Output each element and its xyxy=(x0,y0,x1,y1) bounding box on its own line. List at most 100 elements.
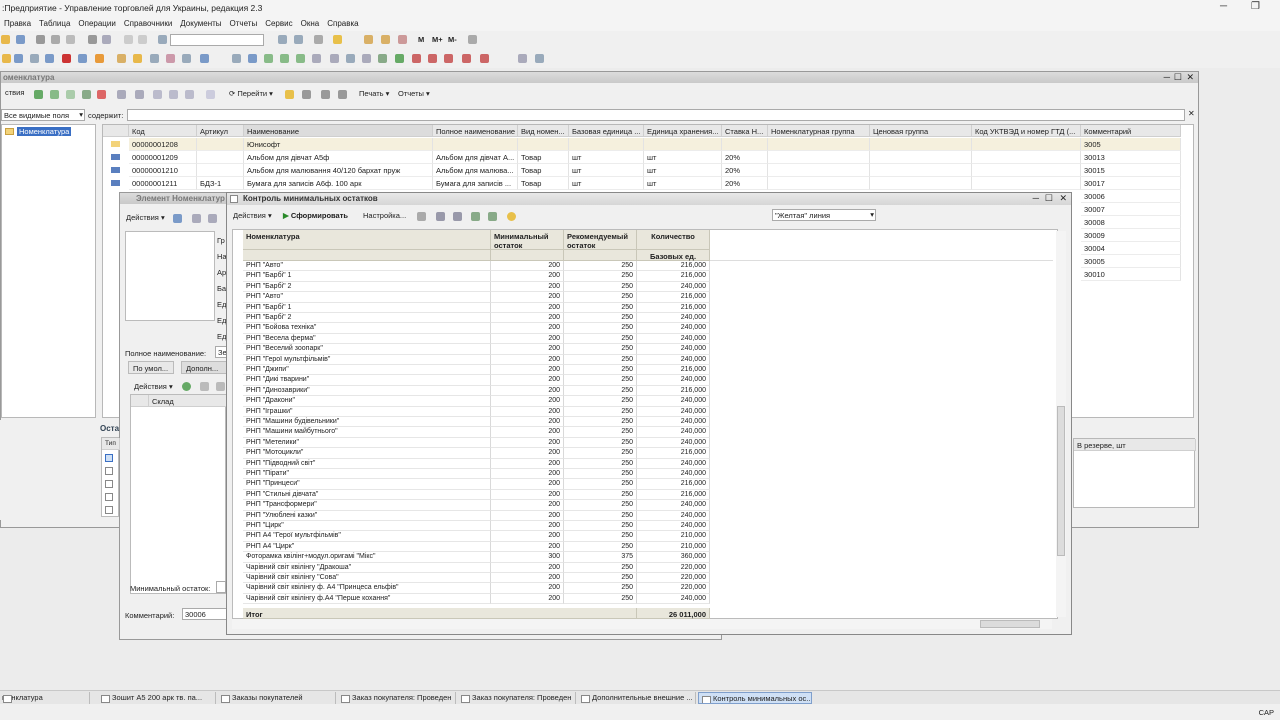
row-nomenclature[interactable]: РНП "Трансформери" xyxy=(243,500,491,511)
product-group-select[interactable]: "Желтая" линия ▾ xyxy=(772,209,876,221)
help-icon[interactable] xyxy=(507,212,516,221)
row-quantity[interactable]: 240,000 xyxy=(637,281,710,293)
row-recommended[interactable]: 250 xyxy=(564,323,637,334)
tree-icon[interactable] xyxy=(117,90,126,99)
table-cell[interactable]: Альбом для малюва... xyxy=(433,164,518,177)
checkbox[interactable] xyxy=(105,467,113,475)
document-shortcut-icon[interactable] xyxy=(78,54,87,63)
clear-search-icon[interactable]: ✕ xyxy=(1188,109,1195,118)
row-quantity[interactable]: 210,000 xyxy=(637,531,710,542)
document-shortcut-icon[interactable] xyxy=(14,54,23,63)
columns-icon[interactable] xyxy=(321,90,330,99)
table-cell[interactable]: 30007 xyxy=(1081,203,1181,216)
generate-button[interactable]: ▶ Сформировать xyxy=(279,210,352,221)
row-quantity[interactable]: 240,000 xyxy=(637,313,710,324)
redo-icon[interactable] xyxy=(138,35,147,44)
row-min-stock[interactable]: 200 xyxy=(491,541,564,553)
row-recommended[interactable]: 250 xyxy=(564,583,637,594)
row-quantity[interactable]: 216,000 xyxy=(637,365,710,376)
row-min-stock[interactable]: 200 xyxy=(491,583,564,594)
row-nomenclature[interactable]: РНП "Авто" xyxy=(243,261,491,272)
row-min-stock[interactable]: 200 xyxy=(491,593,564,605)
search-combo[interactable] xyxy=(170,34,264,46)
row-nomenclature[interactable]: РНП "Дракони" xyxy=(243,396,491,407)
row-quantity[interactable]: 360,000 xyxy=(637,552,710,563)
edit-icon[interactable] xyxy=(82,90,91,99)
find-next-icon[interactable] xyxy=(278,35,287,44)
row-recommended[interactable]: 250 xyxy=(564,344,637,355)
report-actions-menu[interactable]: Действия ▾ xyxy=(229,210,276,221)
taskbar-window-tab[interactable]: менклатура xyxy=(0,692,90,704)
document-shortcut-icon[interactable] xyxy=(30,54,39,63)
menu-item[interactable]: Операции xyxy=(74,16,119,28)
document-shortcut-icon[interactable] xyxy=(117,54,126,63)
document-shortcut-icon[interactable] xyxy=(2,54,11,63)
hscroll-thumb[interactable] xyxy=(980,620,1040,628)
row-quantity[interactable]: 220,000 xyxy=(637,562,710,573)
column-header[interactable]: Ценовая группа xyxy=(870,125,972,137)
row-recommended[interactable]: 250 xyxy=(564,375,637,386)
tab-additional[interactable]: Дополн... xyxy=(181,361,227,374)
memory-minus-button[interactable]: M- xyxy=(444,34,461,45)
column-header[interactable]: Ставка Н... xyxy=(722,125,768,137)
row-recommended[interactable]: 250 xyxy=(564,313,637,324)
row-min-stock[interactable]: 200 xyxy=(491,261,564,272)
table-cell[interactable]: 30015 xyxy=(1081,164,1181,177)
checkbox[interactable] xyxy=(105,506,113,514)
row-recommended[interactable]: 250 xyxy=(564,396,637,407)
row-nomenclature[interactable]: РНП "Улюблені казки" xyxy=(243,510,491,521)
structure-icon[interactable] xyxy=(208,214,217,223)
taskbar-window-tab[interactable]: Контроль минимальных ос... xyxy=(698,692,812,704)
preview-icon[interactable] xyxy=(102,35,111,44)
row-nomenclature[interactable]: РНП "Цирк" xyxy=(243,521,491,532)
row-quantity[interactable]: 216,000 xyxy=(637,448,710,459)
row-recommended[interactable]: 250 xyxy=(564,281,637,293)
document-shortcut-icon[interactable] xyxy=(182,54,191,63)
table-cell[interactable]: 30004 xyxy=(1081,242,1181,255)
print-icon[interactable] xyxy=(88,35,97,44)
row-quantity[interactable]: 240,000 xyxy=(637,417,710,428)
document-shortcut-icon[interactable] xyxy=(362,54,371,63)
maximize-icon[interactable]: ☐ xyxy=(1174,72,1182,83)
row-nomenclature[interactable]: РНП "Авто" xyxy=(243,292,491,303)
menu-item[interactable]: Справка xyxy=(323,16,362,28)
table-cell[interactable]: Альбом для дівчат А5ф xyxy=(244,151,433,164)
table-cell[interactable] xyxy=(722,138,768,151)
taskbar-window-tab[interactable]: Заказ покупателя: Проведен xyxy=(338,692,456,704)
row-quantity[interactable]: 240,000 xyxy=(637,458,710,469)
table-cell[interactable]: Альбом для дівчат А... xyxy=(433,151,518,164)
row-recommended[interactable]: 250 xyxy=(564,271,637,282)
checkbox[interactable] xyxy=(105,454,113,462)
find-prev-icon[interactable] xyxy=(294,35,303,44)
refresh-icon[interactable] xyxy=(192,214,201,223)
document-shortcut-icon[interactable] xyxy=(280,54,289,63)
row-quantity[interactable]: 216,000 xyxy=(637,489,710,501)
table-cell[interactable] xyxy=(768,164,870,177)
row-min-stock[interactable]: 200 xyxy=(491,417,564,428)
column-header[interactable]: Код УКТВЭД и номер ГТД (... xyxy=(972,125,1081,137)
document-shortcut-icon[interactable] xyxy=(535,54,544,63)
row-quantity[interactable]: 216,000 xyxy=(637,292,710,303)
table-cell[interactable] xyxy=(569,138,644,151)
table-cell[interactable]: Альбом для малювання 40/120 бархат пруж xyxy=(244,164,433,177)
row-quantity[interactable]: 240,000 xyxy=(637,333,710,345)
menu-item[interactable]: Таблица xyxy=(35,16,74,28)
info-icon[interactable] xyxy=(333,35,342,44)
table-cell[interactable]: шт xyxy=(644,164,722,177)
row-nomenclature[interactable]: РНП "Принцеси" xyxy=(243,479,491,490)
column-header[interactable]: Код xyxy=(129,125,197,137)
table-cell[interactable]: 20% xyxy=(722,164,768,177)
row-nomenclature[interactable]: РНП "Машини майбутнього" xyxy=(243,427,491,438)
document-shortcut-icon[interactable] xyxy=(248,54,257,63)
table-cell[interactable] xyxy=(870,151,972,164)
menu-item[interactable]: Отчеты xyxy=(226,16,262,28)
table-cell[interactable]: шт xyxy=(569,164,644,177)
document-shortcut-icon[interactable] xyxy=(462,54,471,63)
row-quantity[interactable]: 240,000 xyxy=(637,344,710,355)
hand-icon[interactable] xyxy=(468,35,477,44)
clear-filter-icon[interactable] xyxy=(206,90,215,99)
document-shortcut-icon[interactable] xyxy=(150,54,159,63)
row-nomenclature[interactable]: РНП "Веселий зоопарк" xyxy=(243,344,491,355)
comment-field[interactable]: 30006 xyxy=(182,608,228,620)
print-menu[interactable]: Печать ▾ xyxy=(355,88,393,99)
